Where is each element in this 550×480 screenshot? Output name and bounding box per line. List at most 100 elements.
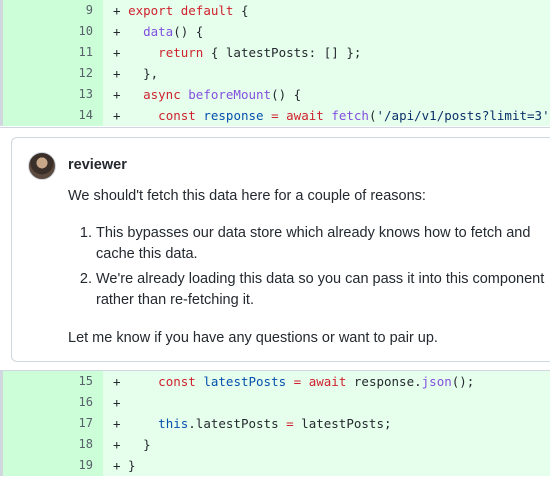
addition-marker: +: [113, 108, 121, 123]
code-token: default: [180, 3, 234, 18]
code-token: () {: [271, 87, 302, 102]
addition-marker: +: [113, 458, 121, 473]
diff-line: 18 + }: [0, 434, 550, 455]
code-content: + const latestPosts = await response.jso…: [103, 371, 550, 392]
addition-marker: +: [113, 66, 121, 81]
comment-body: We should't fetch this data here for a c…: [68, 186, 550, 349]
line-number[interactable]: 15: [0, 371, 103, 392]
reasons-list: This bypasses our data store which alrea…: [96, 223, 550, 311]
avatar[interactable]: [28, 152, 56, 180]
code-token: await: [308, 374, 347, 389]
diff-line: 14 + const response = await fetch('/api/v…: [0, 105, 550, 126]
code-token: }: [120, 437, 151, 452]
code-token: () {: [173, 24, 204, 39]
gutter-edge: [0, 434, 3, 455]
addition-marker: +: [113, 374, 121, 389]
code-content: + return { latestPosts: [] };: [103, 42, 550, 63]
code-content: + }: [103, 434, 550, 455]
addition-marker: +: [113, 45, 121, 60]
reason-item: This bypasses our data store which alrea…: [96, 223, 550, 265]
code-token: beforeMount: [188, 87, 272, 102]
line-number[interactable]: 10: [0, 21, 103, 42]
diff-line: 11 + return { latestPosts: [] };: [0, 42, 550, 63]
code-content: + export default {: [103, 0, 550, 21]
code-token: '/api/v1/posts?limit=3': [376, 108, 550, 123]
code-token: latestPosts;: [293, 416, 392, 431]
gutter-edge: [0, 105, 3, 126]
line-number[interactable]: 12: [0, 63, 103, 84]
code-token: async: [143, 87, 181, 102]
reason-item: We're already loading this data so you c…: [96, 269, 550, 311]
diff-line: 16 +: [0, 392, 550, 413]
line-number[interactable]: 17: [0, 413, 103, 434]
code-token: {: [233, 3, 249, 18]
addition-marker: +: [113, 395, 121, 410]
code-token: const: [158, 374, 196, 389]
code-token: await: [286, 108, 324, 123]
addition-marker: +: [113, 24, 121, 39]
line-number[interactable]: 11: [0, 42, 103, 63]
gutter-edge: [0, 84, 3, 105]
diff-line: 19 + }: [0, 455, 550, 476]
diff-hunk-top: 9 + export default {10 + data() {11 + retur…: [0, 0, 550, 127]
gutter-edge: [0, 21, 3, 42]
code-token: data: [143, 24, 174, 39]
diff-line: 10 + data() {: [0, 21, 550, 42]
code-token: json: [421, 374, 452, 389]
code-token: =: [271, 108, 279, 123]
code-token: { latestPosts: [] };: [203, 45, 362, 60]
gutter-edge: [0, 42, 3, 63]
code-content: + }: [103, 455, 550, 476]
gutter-edge: [0, 63, 3, 84]
code-token: const: [158, 108, 196, 123]
addition-marker: +: [113, 3, 121, 18]
gutter-edge: [0, 455, 3, 476]
code-content: +: [103, 392, 550, 413]
code-content: + const response = await fetch('/api/v1/…: [103, 105, 550, 126]
gutter-edge: [0, 371, 3, 392]
line-number[interactable]: 16: [0, 392, 103, 413]
code-token: fetch: [331, 108, 369, 123]
review-comment: reviewer We should't fetch this data her…: [11, 137, 550, 362]
diff-line: 15 + const latestPosts = await response.j…: [0, 371, 550, 392]
gutter-edge: [0, 0, 3, 21]
code-token: (: [368, 108, 377, 123]
gutter-edge: [0, 392, 3, 413]
addition-marker: +: [113, 437, 121, 452]
code-token: },: [120, 66, 159, 81]
code-token: export: [128, 3, 174, 18]
line-number[interactable]: 18: [0, 434, 103, 455]
code-token: return: [158, 45, 204, 60]
diff-hunk-bottom: 15 + const latestPosts = await response.j…: [0, 371, 550, 480]
diff-line: 17 + this.latestPosts = latestPosts;: [0, 413, 550, 434]
code-token: ();: [451, 374, 475, 389]
code-token: latestPosts: [203, 374, 287, 389]
code-content: + this.latestPosts = latestPosts;: [103, 413, 550, 434]
addition-marker: +: [113, 416, 121, 431]
code-content: + async beforeMount() {: [103, 84, 550, 105]
line-number[interactable]: 14: [0, 105, 103, 126]
comment-intro: We should't fetch this data here for a c…: [68, 188, 426, 204]
comment-author[interactable]: reviewer: [68, 157, 127, 173]
code-token: =: [286, 416, 294, 431]
code-content: + data() {: [103, 21, 550, 42]
code-content: + },: [103, 63, 550, 84]
line-number[interactable]: 13: [0, 84, 103, 105]
line-number[interactable]: 9: [0, 0, 103, 21]
line-number[interactable]: 19: [0, 455, 103, 476]
diff-line: 9 + export default {: [0, 0, 550, 21]
diff-line: 13 + async beforeMount() {: [0, 84, 550, 105]
comment-closing: Let me know if you have any questions or…: [68, 330, 438, 346]
code-token: this: [158, 416, 189, 431]
addition-marker: +: [113, 87, 121, 102]
code-token: response: [203, 108, 264, 123]
